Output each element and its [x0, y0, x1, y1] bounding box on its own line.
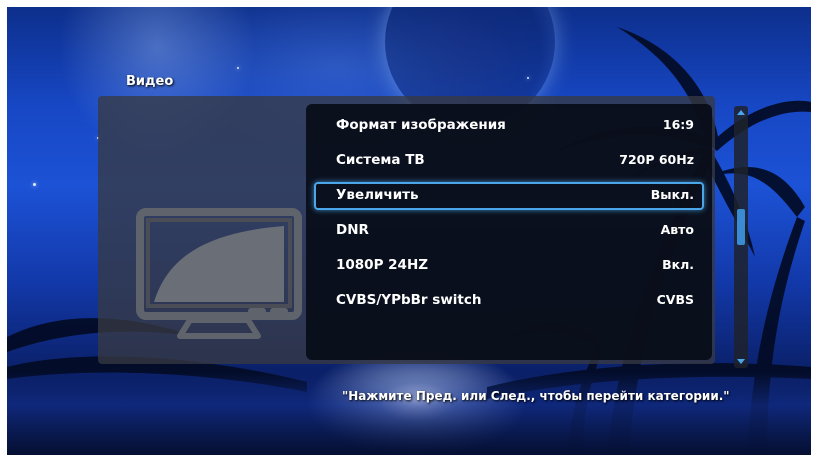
scroll-thumb[interactable] [737, 208, 745, 245]
menu-item-value: Выкл. [650, 187, 694, 202]
menu-item-picture-format[interactable]: Формат изображения 16:9 [314, 112, 704, 140]
tv-icon [136, 208, 302, 339]
menu-item-tv-system[interactable]: Система ТВ 720P 60Hz [314, 147, 704, 175]
sea-horizon [7, 372, 811, 455]
menu-item-value: Вкл. [662, 257, 694, 272]
settings-menu-list: Формат изображения 16:9 Система ТВ 720P … [306, 104, 712, 360]
menu-scrollbar[interactable] [734, 106, 748, 368]
scroll-down-arrow-icon[interactable] [737, 359, 745, 364]
menu-item-value: CVBS [656, 292, 694, 307]
menu-item-label: Формат изображения [336, 117, 506, 133]
scroll-up-arrow-icon[interactable] [737, 110, 745, 115]
settings-panel: Формат изображения 16:9 Система ТВ 720P … [98, 96, 715, 364]
menu-item-zoom[interactable]: Увеличить Выкл. [314, 182, 704, 210]
menu-item-label: 1080P 24HZ [336, 257, 429, 273]
menu-item-value: Авто [660, 222, 694, 237]
menu-item-label: DNR [336, 222, 369, 238]
menu-item-label: CVBS/YPbBr switch [336, 292, 482, 308]
menu-item-label: Система ТВ [336, 152, 425, 168]
menu-item-value: 16:9 [662, 117, 694, 132]
menu-item-dnr[interactable]: DNR Авто [314, 217, 704, 245]
menu-item-1080p-24hz[interactable]: 1080P 24HZ Вкл. [314, 252, 704, 280]
menu-item-cvbs-switch[interactable]: CVBS/YPbBr switch CVBS [314, 287, 704, 315]
screen-title: Видео [126, 74, 174, 89]
preview-area [98, 96, 305, 364]
navigation-hint: "Нажмите Пред. или След., чтобы перейти … [342, 389, 730, 403]
menu-item-value: 720P 60Hz [619, 152, 694, 167]
menu-item-label: Увеличить [336, 187, 419, 203]
